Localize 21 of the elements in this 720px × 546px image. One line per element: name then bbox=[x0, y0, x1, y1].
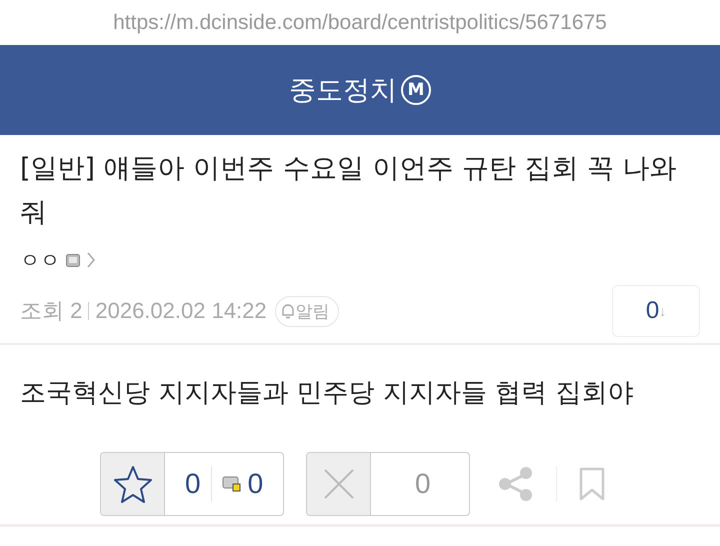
upvote-count: 0 bbox=[185, 468, 201, 500]
bookmark-icon[interactable] bbox=[579, 467, 605, 501]
author-name[interactable]: ㅇㅇ bbox=[20, 246, 60, 274]
view-count: 조회 2 bbox=[20, 297, 82, 325]
star-icon bbox=[112, 464, 152, 504]
downvote-button[interactable] bbox=[307, 453, 371, 515]
downvote-count: 0 bbox=[415, 468, 431, 500]
gallery-title[interactable]: 중도정치 bbox=[289, 72, 397, 108]
bell-icon bbox=[280, 302, 296, 320]
upvote-button[interactable] bbox=[101, 453, 165, 515]
fixed-user-icon bbox=[222, 475, 242, 493]
chevron-icon[interactable] bbox=[86, 251, 96, 269]
mobile-badge: M bbox=[401, 75, 431, 105]
share-icon[interactable] bbox=[498, 466, 534, 502]
post-title: [일반] 얘들아 이번주 수요일 이언주 규탄 집회 꼭 나와줘 bbox=[20, 152, 678, 230]
user-icon bbox=[66, 254, 80, 266]
close-icon bbox=[322, 468, 354, 500]
fixed-upvote-count: 0 bbox=[248, 468, 264, 500]
post-body: 조국혁신당 지지자들과 민주당 지지자들 협력 집회야 bbox=[19, 377, 634, 410]
post-date: 2026.02.02 14:22 bbox=[95, 298, 267, 324]
comment-count-button[interactable]: 0↓ bbox=[612, 285, 700, 337]
